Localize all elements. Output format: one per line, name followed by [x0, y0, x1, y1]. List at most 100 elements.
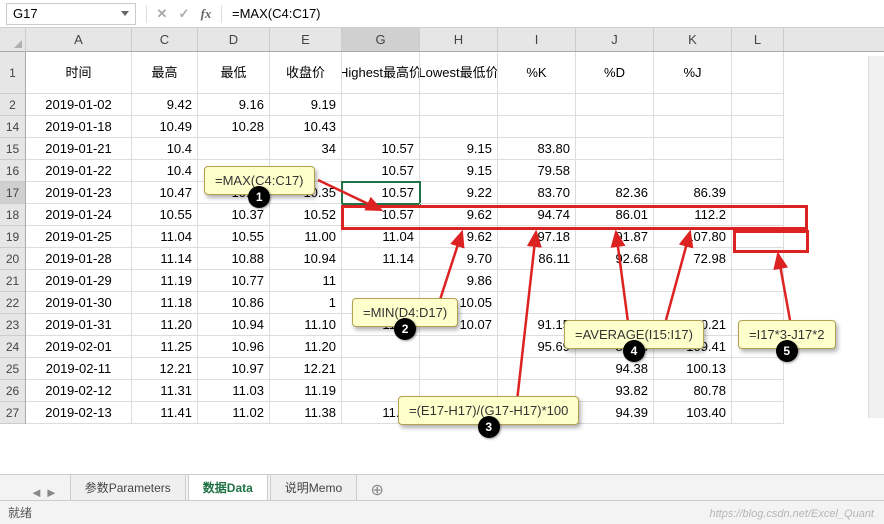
- row-header-14[interactable]: 14: [0, 116, 25, 138]
- cell-K18[interactable]: 112.2: [654, 204, 732, 226]
- header-cell-E[interactable]: 收盘价: [270, 52, 342, 94]
- cell-A19[interactable]: 2019-01-25: [26, 226, 132, 248]
- cell-K27[interactable]: 103.40: [654, 402, 732, 424]
- cell-C24[interactable]: 11.25: [132, 336, 198, 358]
- cell-G19[interactable]: 11.04: [342, 226, 420, 248]
- cell-J24[interactable]: 88.83: [576, 336, 654, 358]
- cell-I24[interactable]: 95.69: [498, 336, 576, 358]
- add-sheet-icon[interactable]: ⊕: [365, 480, 389, 500]
- cell-D18[interactable]: 10.37: [198, 204, 270, 226]
- row-header-20[interactable]: 20: [0, 248, 25, 270]
- cell-I14[interactable]: [498, 116, 576, 138]
- cell-J21[interactable]: [576, 270, 654, 292]
- cell-C18[interactable]: 10.55: [132, 204, 198, 226]
- cell-L2[interactable]: [732, 94, 784, 116]
- header-cell-G[interactable]: Highest最高价: [342, 52, 420, 94]
- cell-H25[interactable]: [420, 358, 498, 380]
- cell-D17[interactable]: 10.29: [198, 182, 270, 204]
- cell-A2[interactable]: 2019-01-02: [26, 94, 132, 116]
- cell-A21[interactable]: 2019-01-29: [26, 270, 132, 292]
- col-header-J[interactable]: J: [576, 28, 654, 51]
- cell-G27[interactable]: 11.41: [342, 402, 420, 424]
- cell-L21[interactable]: [732, 270, 784, 292]
- cell-L27[interactable]: [732, 402, 784, 424]
- cell-J20[interactable]: 92.68: [576, 248, 654, 270]
- cell-I15[interactable]: 83.80: [498, 138, 576, 160]
- cell-D21[interactable]: 10.77: [198, 270, 270, 292]
- cell-H27[interactable]: 10.26: [420, 402, 498, 424]
- cell-L25[interactable]: [732, 358, 784, 380]
- tab-memo[interactable]: 说明Memo: [270, 474, 357, 500]
- cancel-formula-icon[interactable]: ✕: [151, 3, 173, 25]
- cell-H24[interactable]: [420, 336, 498, 358]
- cell-C21[interactable]: 11.19: [132, 270, 198, 292]
- header-cell-L[interactable]: [732, 52, 784, 94]
- header-cell-D[interactable]: 最低: [198, 52, 270, 94]
- col-header-G[interactable]: G: [342, 28, 420, 51]
- cell-C17[interactable]: 10.47: [132, 182, 198, 204]
- col-header-L[interactable]: L: [732, 28, 784, 51]
- cell-G23[interactable]: 11.20: [342, 314, 420, 336]
- cell-I27[interactable]: 97.39: [498, 402, 576, 424]
- col-header-K[interactable]: K: [654, 28, 732, 51]
- col-header-D[interactable]: D: [198, 28, 270, 51]
- cell-E21[interactable]: 11: [270, 270, 342, 292]
- row-header-25[interactable]: 25: [0, 358, 25, 380]
- cell-I16[interactable]: 79.58: [498, 160, 576, 182]
- name-box[interactable]: G17: [6, 3, 136, 25]
- cell-E18[interactable]: 10.52: [270, 204, 342, 226]
- header-cell-K[interactable]: %J: [654, 52, 732, 94]
- col-header-C[interactable]: C: [132, 28, 198, 51]
- cell-K26[interactable]: 80.78: [654, 380, 732, 402]
- cell-D19[interactable]: 10.55: [198, 226, 270, 248]
- cell-I19[interactable]: 97.18: [498, 226, 576, 248]
- cell-L14[interactable]: [732, 116, 784, 138]
- cell-J26[interactable]: 93.82: [576, 380, 654, 402]
- cell-G14[interactable]: [342, 116, 420, 138]
- cell-J2[interactable]: [576, 94, 654, 116]
- cell-E23[interactable]: 11.10: [270, 314, 342, 336]
- cell-H22[interactable]: 10.05: [420, 292, 498, 314]
- cell-I17[interactable]: 83.70: [498, 182, 576, 204]
- cell-E27[interactable]: 11.38: [270, 402, 342, 424]
- cell-K17[interactable]: 86.39: [654, 182, 732, 204]
- cell-K14[interactable]: [654, 116, 732, 138]
- cell-K19[interactable]: 107.80: [654, 226, 732, 248]
- cell-A25[interactable]: 2019-02-11: [26, 358, 132, 380]
- row-header-22[interactable]: 22: [0, 292, 25, 314]
- header-cell-J[interactable]: %D: [576, 52, 654, 94]
- row-header-19[interactable]: 19: [0, 226, 25, 248]
- cell-L20[interactable]: [732, 248, 784, 270]
- cell-I25[interactable]: [498, 358, 576, 380]
- cell-K2[interactable]: [654, 94, 732, 116]
- cell-I26[interactable]: [498, 380, 576, 402]
- cell-H21[interactable]: 9.86: [420, 270, 498, 292]
- cell-I23[interactable]: 91.15: [498, 314, 576, 336]
- cell-G15[interactable]: 10.57: [342, 138, 420, 160]
- cell-K16[interactable]: [654, 160, 732, 182]
- cell-C27[interactable]: 11.41: [132, 402, 198, 424]
- col-header-E[interactable]: E: [270, 28, 342, 51]
- cell-K20[interactable]: 72.98: [654, 248, 732, 270]
- cell-D25[interactable]: 10.97: [198, 358, 270, 380]
- cell-D23[interactable]: 10.94: [198, 314, 270, 336]
- cell-A17[interactable]: 2019-01-23: [26, 182, 132, 204]
- cell-C14[interactable]: 10.49: [132, 116, 198, 138]
- cell-H26[interactable]: [420, 380, 498, 402]
- formula-input[interactable]: [226, 3, 884, 25]
- cell-C16[interactable]: 10.4: [132, 160, 198, 182]
- tab-data[interactable]: 数据Data: [188, 474, 268, 501]
- tab-parameters[interactable]: 参数Parameters: [70, 474, 186, 500]
- cell-I21[interactable]: [498, 270, 576, 292]
- cell-G22[interactable]: [342, 292, 420, 314]
- cell-G18[interactable]: 10.57: [342, 204, 420, 226]
- cell-L23[interactable]: [732, 314, 784, 336]
- cell-K21[interactable]: [654, 270, 732, 292]
- cell-A15[interactable]: 2019-01-21: [26, 138, 132, 160]
- cell-D2[interactable]: 9.16: [198, 94, 270, 116]
- cell-K15[interactable]: [654, 138, 732, 160]
- cell-D26[interactable]: 11.03: [198, 380, 270, 402]
- cell-A27[interactable]: 2019-02-13: [26, 402, 132, 424]
- cell-E19[interactable]: 11.00: [270, 226, 342, 248]
- cell-J19[interactable]: 91.87: [576, 226, 654, 248]
